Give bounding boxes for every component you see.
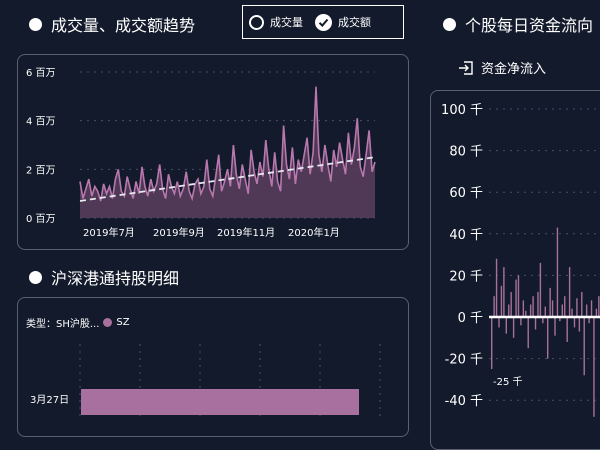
flow-bar: [576, 298, 578, 317]
volume-trend-chart: 0 百万 2 百万 4 百万 6 百万 2019年7月 2019年9月 2019年11月 20…: [26, 67, 376, 239]
flow-bar: [495, 258, 498, 317]
flow-bar: [556, 227, 559, 317]
flow-bar: [517, 275, 520, 317]
flow-bar: [593, 317, 595, 417]
volume-chart-panel: 0 百万 2 百万 4 百万 6 百万 2019年7月 2019年9月 2019年11月 20…: [17, 54, 409, 250]
fund-flow-section-title: 个股每日资金流向: [443, 12, 593, 36]
radio-unchecked-icon: [249, 14, 264, 30]
y-tick-label: 20 千: [449, 269, 483, 284]
flow-bar: [573, 317, 576, 328]
flow-bar: [520, 317, 522, 326]
y-tick-label: 60 千: [449, 186, 483, 201]
flow-bar: [554, 317, 556, 336]
flow-bar: [566, 317, 568, 342]
flow-bar: [544, 306, 546, 317]
y-tick-label: -20 千: [445, 353, 483, 368]
flow-bar: [508, 304, 510, 317]
flow-bar: [551, 300, 554, 317]
volume-section-title-text: 成交量、成交额趋势: [51, 16, 196, 35]
flow-bar: [578, 317, 581, 332]
flow-bar: [585, 304, 588, 317]
fund-flow-section-title-text: 个股每日资金流向: [465, 16, 594, 35]
flow-bar: [493, 296, 495, 317]
flow-bar: [537, 292, 539, 317]
hk-connect-section-title-text: 沪深港通持股明细: [51, 269, 180, 288]
fund-flow-bar-chart: -40 千 -20 千 0 千 20 千 40 千 60 千 80 千 100 千 -25 千: [441, 103, 600, 417]
y-tick-label: -40 千: [445, 394, 483, 409]
flow-bar: [500, 285, 503, 317]
section-bullet-icon: [443, 17, 456, 31]
flow-bar: [532, 296, 534, 317]
sign-in-icon: [459, 60, 473, 75]
flow-bar: [564, 296, 566, 317]
flow-bar: [498, 317, 500, 328]
flow-bar: [571, 308, 573, 317]
section-bullet-icon: [29, 270, 42, 284]
flow-bar: [529, 304, 532, 317]
flow-bar: [539, 262, 542, 317]
turnover-toggle-option[interactable]: 成交额: [315, 13, 371, 31]
net-inflow-tab[interactable]: 资金净流入: [458, 58, 546, 77]
flow-bar: [581, 292, 583, 317]
volume-section-title: 成交量、成交额趋势: [29, 12, 195, 36]
fund-flow-chart-panel: -40 千 -20 千 0 千 20 千 40 千 60 千 80 千 100 千 -25 千: [430, 90, 600, 450]
flow-bar: [568, 267, 571, 317]
volume-turnover-toggle[interactable]: 成交量 成交额: [242, 5, 404, 39]
flow-bar: [534, 317, 537, 330]
category-label: 3月27日: [30, 394, 69, 406]
hk-connect-section-title: 沪深港通持股明细: [29, 265, 179, 289]
y-tick-label: 0 百万: [26, 213, 56, 225]
y-tick-label: 6 百万: [26, 67, 56, 79]
flow-bar: [590, 300, 593, 317]
y-tick-label: 0 千: [458, 311, 483, 326]
flow-bar: [598, 296, 600, 317]
flow-bar: [505, 317, 508, 334]
hk-holdings-bar-chart: 3月27日: [30, 344, 381, 420]
x-tick-label: 2019年11月: [217, 226, 275, 239]
turnover-toggle-label: 成交额: [338, 16, 371, 29]
x-tick-label: 2020年1月: [288, 226, 340, 239]
flow-bar: [515, 279, 517, 317]
y-tick-label: 80 千: [449, 145, 483, 160]
y-tick-label: 100 千: [441, 103, 483, 118]
flow-bar: [549, 287, 551, 317]
net-inflow-tab-label: 资金净流入: [481, 62, 547, 77]
min-value-annotation: -25 千: [493, 376, 523, 388]
y-tick-label: 2 百万: [26, 164, 56, 176]
y-tick-label: 40 千: [449, 228, 483, 243]
flow-bar: [512, 317, 515, 338]
x-tick-label: 2019年9月: [153, 226, 205, 239]
holding-bar: [81, 389, 359, 415]
flow-bar: [503, 267, 505, 317]
flow-bar: [522, 300, 525, 317]
x-tick-label: 2019年7月: [83, 226, 135, 239]
flow-bar: [561, 304, 564, 317]
volume-toggle-label: 成交量: [270, 16, 303, 29]
section-bullet-icon: [29, 17, 42, 31]
y-tick-label: 4 百万: [26, 116, 56, 128]
flow-bar: [583, 317, 585, 376]
flow-bar: [547, 317, 549, 359]
area-fill: [80, 86, 375, 218]
flow-bar: [595, 308, 598, 317]
volume-toggle-option[interactable]: 成交量: [249, 14, 303, 30]
flow-bar: [491, 317, 493, 369]
flow-bar: [510, 292, 512, 317]
checkmark-icon: [315, 13, 332, 31]
hk-holdings-panel: 类型：SH沪股... SZ 3月27日: [17, 297, 409, 437]
flow-bar: [527, 317, 529, 349]
